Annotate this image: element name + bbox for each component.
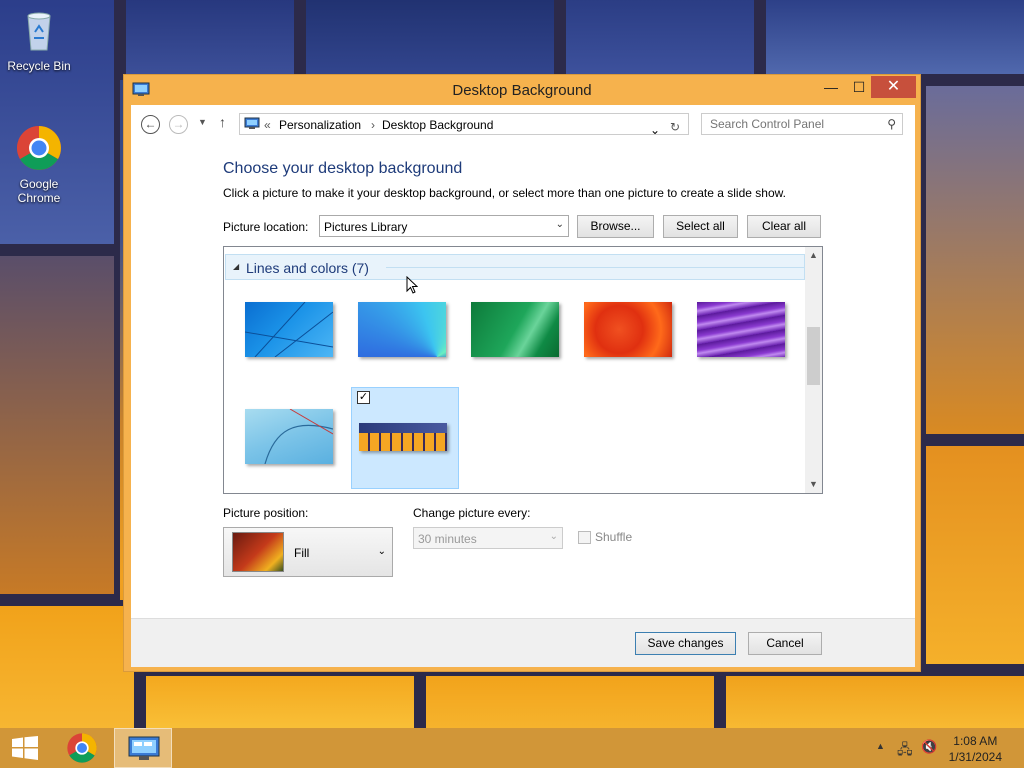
navigation-bar: ← → ▼ ↑ « Personalization › Desktop Back… xyxy=(131,105,915,143)
refresh-icon: ↻ xyxy=(670,120,681,134)
flower-preview-icon xyxy=(232,532,284,572)
shuffle-option[interactable]: Shuffle xyxy=(578,530,632,544)
picture-gallery: ◢ Lines and colors (7) ✓ ▲ ▼ xyxy=(223,246,823,494)
chevron-down-icon: ⌄ xyxy=(549,531,558,542)
group-divider xyxy=(386,267,804,268)
control-panel-icon xyxy=(128,736,160,760)
chevron-down-icon: ⌄ xyxy=(650,123,661,137)
window-title: Desktop Background xyxy=(452,82,592,99)
change-picture-interval-select[interactable]: 30 minutes ⌄ xyxy=(413,527,563,549)
picture-location-select[interactable]: Pictures Library ⌄ xyxy=(319,215,569,237)
taskbar-chrome[interactable] xyxy=(58,728,106,768)
gallery-scrollbar[interactable]: ▲ ▼ xyxy=(805,247,822,493)
thumbnail-light-blue-lines[interactable] xyxy=(236,389,344,491)
check-icon: ✓ xyxy=(358,391,369,403)
dialog-footer: Save changes Cancel xyxy=(131,618,915,667)
main-content: Choose your desktop background Click a p… xyxy=(131,143,915,618)
thumbnail-blue-fan[interactable] xyxy=(349,294,457,396)
recent-locations-button[interactable]: ▼ xyxy=(198,117,207,127)
address-bar[interactable]: « Personalization › Desktop Background ⌄… xyxy=(239,113,689,137)
search-box: ⚲ xyxy=(701,113,903,135)
chevron-down-icon: ⌄ xyxy=(377,546,386,557)
arrow-left-icon: ← xyxy=(144,117,157,131)
wallpaper-preview xyxy=(697,302,785,357)
breadcrumb-desktop-background[interactable]: Desktop Background xyxy=(382,118,493,132)
wallpaper-preview xyxy=(245,408,334,465)
start-button[interactable] xyxy=(0,728,50,768)
select-all-button[interactable]: Select all xyxy=(663,215,738,238)
change-picture-value: 30 minutes xyxy=(418,532,477,546)
control-panel-icon xyxy=(244,117,260,129)
thumbnail-orange-windows[interactable]: ✓ xyxy=(351,387,459,489)
show-hidden-icons-button[interactable]: ▲ xyxy=(876,741,885,751)
chevron-down-icon: ⌄ xyxy=(555,219,564,230)
picture-location-value: Pictures Library xyxy=(324,220,408,234)
desktop-icon-label: Google Chrome xyxy=(17,177,61,205)
page-title: Choose your desktop background xyxy=(223,160,463,177)
picture-position-label: Picture position: xyxy=(223,506,309,520)
taskbar-control-panel[interactable] xyxy=(114,728,172,768)
shuffle-checkbox[interactable] xyxy=(578,530,591,544)
breadcrumb-overflow[interactable]: « xyxy=(264,118,271,132)
recycle-bin-icon xyxy=(27,12,51,51)
picture-position-value: Fill xyxy=(294,546,310,560)
windows-logo-icon xyxy=(12,736,38,760)
scrollbar-thumb[interactable] xyxy=(807,327,820,385)
clock-time: 1:08 AM xyxy=(953,734,998,748)
taskbar: ▲ 🖧 🔇 1:08 AM 1/31/2024 xyxy=(0,728,1024,768)
chevron-up-icon: ▲ xyxy=(876,741,885,751)
chrome-icon xyxy=(17,126,61,170)
picture-location-label: Picture location: xyxy=(223,220,309,234)
search-input[interactable] xyxy=(702,114,872,134)
chevron-down-icon: ▼ xyxy=(198,117,207,127)
thumbnail-blue-lines[interactable] xyxy=(236,294,344,396)
arrow-right-icon: → xyxy=(172,117,185,131)
desktop-icon-label: Recycle Bin xyxy=(7,59,71,73)
wallpaper-preview xyxy=(584,302,672,357)
wallpaper-preview xyxy=(359,423,447,451)
title-bar[interactable]: Desktop Background — ☐ ✕ xyxy=(124,75,920,105)
collapse-triangle-icon: ◢ xyxy=(233,262,240,271)
chrome-icon xyxy=(67,733,97,763)
search-icon[interactable]: ⚲ xyxy=(887,117,896,131)
thumbnail-purple-waves[interactable] xyxy=(688,294,796,396)
clear-all-button[interactable]: Clear all xyxy=(747,215,821,238)
page-description: Click a picture to make it your desktop … xyxy=(223,186,786,200)
volume-muted-icon[interactable]: 🔇 xyxy=(921,739,937,755)
save-changes-button[interactable]: Save changes xyxy=(635,632,736,655)
breadcrumb-personalization[interactable]: Personalization xyxy=(279,118,361,132)
system-clock[interactable]: 1:08 AM 1/31/2024 xyxy=(949,733,1002,765)
clock-date: 1/31/2024 xyxy=(948,750,1002,764)
breadcrumb-separator[interactable]: › xyxy=(371,118,375,132)
up-button[interactable]: ↑ xyxy=(219,114,226,130)
network-icon[interactable]: 🖧 xyxy=(897,739,913,763)
thumbnail-green-wave[interactable] xyxy=(462,294,570,396)
wallpaper-preview xyxy=(471,302,559,357)
wallpaper-preview xyxy=(244,301,334,358)
maximize-button[interactable]: ☐ xyxy=(846,76,872,98)
desktop-icon-google-chrome[interactable]: Google Chrome xyxy=(4,110,74,219)
mouse-cursor-icon xyxy=(406,276,418,294)
forward-button[interactable]: → xyxy=(169,115,188,134)
desktop-background-window: Desktop Background — ☐ ✕ ← → ▼ ↑ « Perso… xyxy=(123,74,921,672)
blue-lines-art xyxy=(244,301,334,358)
group-title: Lines and colors (7) xyxy=(246,260,369,276)
group-header-lines-and-colors[interactable]: ◢ Lines and colors (7) xyxy=(225,254,805,280)
wallpaper-preview xyxy=(358,302,446,357)
browse-button[interactable]: Browse... xyxy=(577,215,654,238)
back-button[interactable]: ← xyxy=(141,115,160,134)
light-blue-lines-art xyxy=(264,408,334,465)
scroll-up-arrow-icon[interactable]: ▲ xyxy=(805,247,822,264)
shuffle-label: Shuffle xyxy=(595,530,633,544)
scroll-down-arrow-icon[interactable]: ▼ xyxy=(805,476,822,493)
cancel-button[interactable]: Cancel xyxy=(748,632,822,655)
checkbox-selected[interactable]: ✓ xyxy=(357,391,370,404)
close-button[interactable]: ✕ xyxy=(871,76,916,98)
minimize-button[interactable]: — xyxy=(818,76,844,98)
picture-position-select[interactable]: Fill ⌄ xyxy=(223,527,393,577)
thumbnail-red-orange[interactable] xyxy=(575,294,683,396)
desktop-icon-recycle-bin[interactable]: Recycle Bin xyxy=(4,6,74,73)
arrow-up-icon: ↑ xyxy=(219,114,226,130)
change-picture-label: Change picture every: xyxy=(413,506,531,520)
